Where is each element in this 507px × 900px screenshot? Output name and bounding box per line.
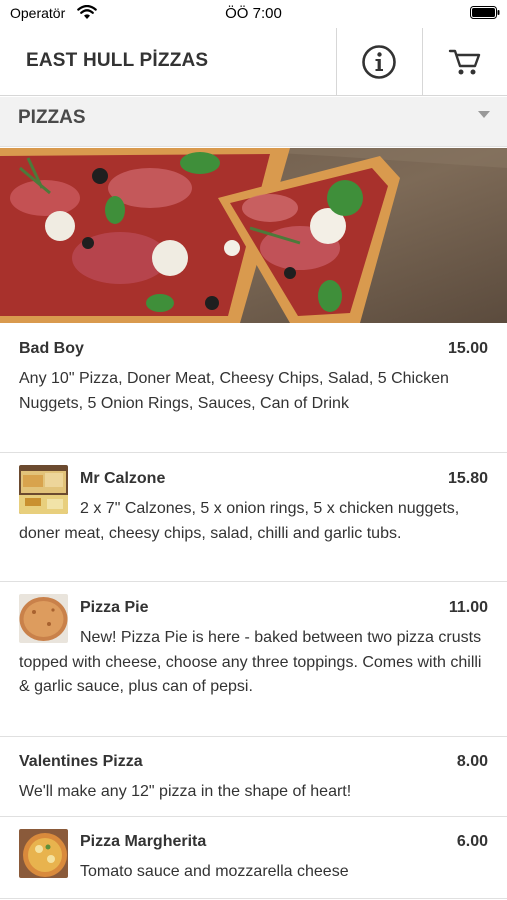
chevron-down-icon [478,111,490,118]
menu-item-valentines-pizza[interactable]: Valentines Pizza 8.00 We'll make any 12"… [0,737,507,817]
status-time: ÖÖ 7:00 [225,5,282,22]
item-name: Bad Boy [19,340,84,357]
cart-button[interactable] [422,28,507,96]
item-name: Mr Calzone [80,470,166,487]
app-header: EAST HULL PİZZAS [0,28,507,96]
info-icon [362,45,396,79]
item-name: Pizza Pie [80,599,149,616]
info-button[interactable] [336,28,421,96]
category-selector[interactable]: PIZZAS [0,97,507,147]
item-price: 8.00 [456,753,488,770]
item-description-text: New! Pizza Pie is here - baked between t… [19,629,482,695]
item-description: New! Pizza Pie is here - baked between t… [19,626,488,700]
restaurant-title: EAST HULL PİZZAS [26,50,209,71]
battery-icon [470,6,500,19]
item-description: 2 x 7" Calzones, 5 x onion rings, 5 x ch… [19,497,488,546]
menu-item-pizza-pie[interactable]: Pizza Pie 11.00 New! Pizza Pie is here -… [0,582,507,737]
status-bar: Operatör ÖÖ 7:00 [0,0,507,28]
menu-item-pizza-margherita[interactable]: Pizza Margherita 6.00 Tomato sauce and m… [0,817,507,899]
item-price: 15.00 [447,340,488,357]
item-description: We'll make any 12" pizza in the shape of… [19,783,352,800]
cart-icon [448,49,481,75]
item-name: Pizza Margherita [80,833,207,850]
item-description-text: 2 x 7" Calzones, 5 x onion rings, 5 x ch… [19,500,460,542]
item-description: Tomato sauce and mozzarella cheese [80,863,349,880]
item-name: Valentines Pizza [19,753,143,770]
menu-list: Bad Boy 15.00 Any 10" Pizza, Doner Meat,… [0,323,507,899]
menu-item-mr-calzone[interactable]: Mr Calzone 15.80 2 x 7" Calzones, 5 x on… [0,453,507,582]
item-description: Any 10" Pizza, Doner Meat, Cheesy Chips,… [19,370,449,412]
menu-item-bad-boy[interactable]: Bad Boy 15.00 Any 10" Pizza, Doner Meat,… [0,323,507,453]
category-hero-image [0,148,507,323]
pizza-photo-icon [0,148,507,323]
item-thumbnail [19,829,68,878]
category-label: PIZZAS [18,107,86,128]
item-price: 11.00 [448,599,488,616]
margherita-photo-icon [19,829,68,878]
item-price: 15.80 [447,470,488,487]
item-price: 6.00 [456,833,488,850]
